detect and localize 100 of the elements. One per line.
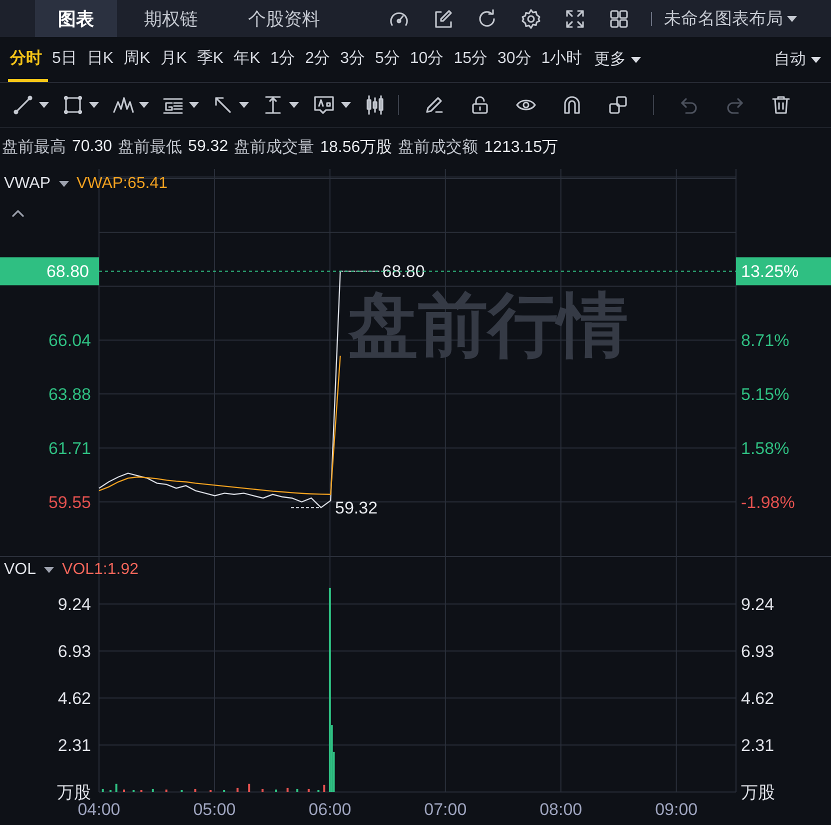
stat-label: 盘前成交额	[398, 138, 478, 158]
fullscreen-icon[interactable]	[564, 8, 586, 30]
volume-bar	[140, 790, 142, 792]
volume-bar	[308, 788, 310, 792]
stat-label: 盘前最高	[2, 138, 66, 158]
axis-label: 9.24	[58, 595, 91, 614]
caret-icon[interactable]	[289, 102, 299, 108]
volume-bar	[180, 790, 183, 792]
volume-bar	[286, 788, 289, 792]
layers-icon[interactable]	[607, 94, 629, 116]
indicator-value: VWAP:65.41	[76, 175, 168, 193]
volume-bar	[152, 788, 154, 792]
period-tab[interactable]: 月K	[158, 37, 193, 82]
indicator-name[interactable]: VWAP	[4, 175, 51, 193]
volume-bar	[210, 790, 212, 792]
stat-value: 1213.15万	[484, 138, 558, 158]
indicator-name[interactable]: VOL	[4, 561, 36, 579]
magnet-icon[interactable]	[561, 94, 583, 116]
caret-icon[interactable]	[341, 102, 351, 108]
period-tab[interactable]: 2分	[303, 37, 336, 82]
price-tag: 68.80	[0, 257, 99, 286]
caret-icon[interactable]	[189, 102, 199, 108]
period-tab[interactable]: 1分	[268, 37, 302, 82]
more-menu[interactable]: 更多	[590, 37, 646, 82]
axis-label: 5.15%	[741, 384, 790, 404]
settings-icon[interactable]	[520, 8, 542, 30]
time-label: 07:00	[424, 800, 467, 819]
volume-bar	[296, 788, 298, 792]
label-tool-icon[interactable]	[312, 94, 336, 116]
volume-bar	[194, 788, 196, 792]
layout-menu[interactable]: 未命名图表布局	[664, 0, 797, 37]
period-tab[interactable]: 5分	[372, 37, 406, 82]
tab[interactable]: 图表	[35, 0, 117, 37]
axis-label: 2.31	[58, 736, 91, 755]
period-tab[interactable]: 周K	[122, 37, 156, 82]
time-label: 06:00	[308, 800, 352, 819]
collapse-icon[interactable]	[12, 209, 24, 217]
candlestick-icon[interactable]	[364, 94, 386, 116]
stat-label: 盘前最低	[118, 138, 182, 158]
period-tab[interactable]: 10分	[408, 37, 450, 82]
axis-label: 6.93	[58, 642, 91, 661]
volume-bar	[323, 784, 326, 792]
period-tab[interactable]: 15分	[452, 37, 494, 82]
period-tab[interactable]: 3分	[338, 37, 371, 82]
axis-label: 8.71%	[741, 331, 790, 350]
period-tab[interactable]: 季K	[194, 37, 230, 82]
axis-label: 万股	[741, 783, 775, 802]
time-label: 04:00	[78, 800, 120, 819]
scale-menu[interactable]: 自动	[770, 37, 831, 82]
edit-icon[interactable]	[432, 8, 454, 30]
caret-icon[interactable]	[89, 102, 99, 108]
volume-bar	[132, 790, 135, 792]
period-tab[interactable]: 年K	[232, 37, 266, 82]
caret-icon[interactable]	[39, 102, 49, 108]
caret-icon[interactable]	[239, 102, 249, 108]
volume-bar	[236, 788, 239, 792]
tab[interactable]: 个股资料	[225, 0, 343, 37]
axis-label: 66.04	[48, 331, 91, 350]
volume-bar	[102, 788, 104, 792]
axis-label: 59.55	[48, 492, 91, 512]
period-tab[interactable]: 分时	[8, 37, 48, 82]
caret-icon	[631, 56, 642, 62]
volume-bar	[115, 784, 118, 792]
period-tab[interactable]: 5日	[50, 37, 83, 82]
axis-label: 6.93	[741, 642, 774, 661]
volume-bar	[262, 788, 264, 792]
axis-label: 9.24	[741, 595, 774, 614]
rectangle-tool-icon[interactable]	[62, 94, 84, 116]
indicator-value: VOL1:1.92	[62, 561, 139, 579]
caret-icon[interactable]	[44, 567, 54, 573]
axis-label: -1.98%	[741, 492, 795, 512]
time-label: 05:00	[193, 800, 236, 819]
period-tab[interactable]: 日K	[84, 37, 120, 82]
zigzag-tool-icon[interactable]	[112, 94, 134, 116]
tab[interactable]: 期权链	[121, 0, 221, 37]
unlock-icon[interactable]	[469, 94, 491, 116]
axis-label: 4.62	[741, 689, 774, 708]
time-label: 09:00	[655, 800, 698, 819]
pencil-icon[interactable]	[423, 94, 445, 116]
axis-label: 61.71	[48, 439, 91, 458]
axis-label: 1.58%	[741, 439, 790, 458]
grid-icon[interactable]	[608, 8, 630, 30]
volume-bar	[223, 790, 226, 792]
refresh-icon[interactable]	[476, 8, 498, 30]
stat-value: 59.32	[188, 138, 228, 156]
caret-icon[interactable]	[58, 181, 69, 187]
axis-label: 2.31	[741, 736, 774, 755]
axis-label: 63.88	[48, 384, 91, 404]
trash-icon[interactable]	[770, 94, 792, 116]
volume-bar	[248, 784, 250, 792]
line-tool-icon[interactable]	[12, 94, 34, 116]
caret-icon	[811, 56, 821, 62]
volume-bar	[275, 790, 278, 792]
caret-icon	[787, 16, 797, 22]
period-tab[interactable]: 1小时	[539, 37, 588, 82]
period-tab[interactable]: 30分	[495, 37, 538, 82]
volume-bar	[110, 790, 112, 792]
stat-value: 70.30	[72, 138, 112, 156]
caret-icon[interactable]	[139, 102, 149, 108]
volume-bar	[317, 790, 320, 792]
